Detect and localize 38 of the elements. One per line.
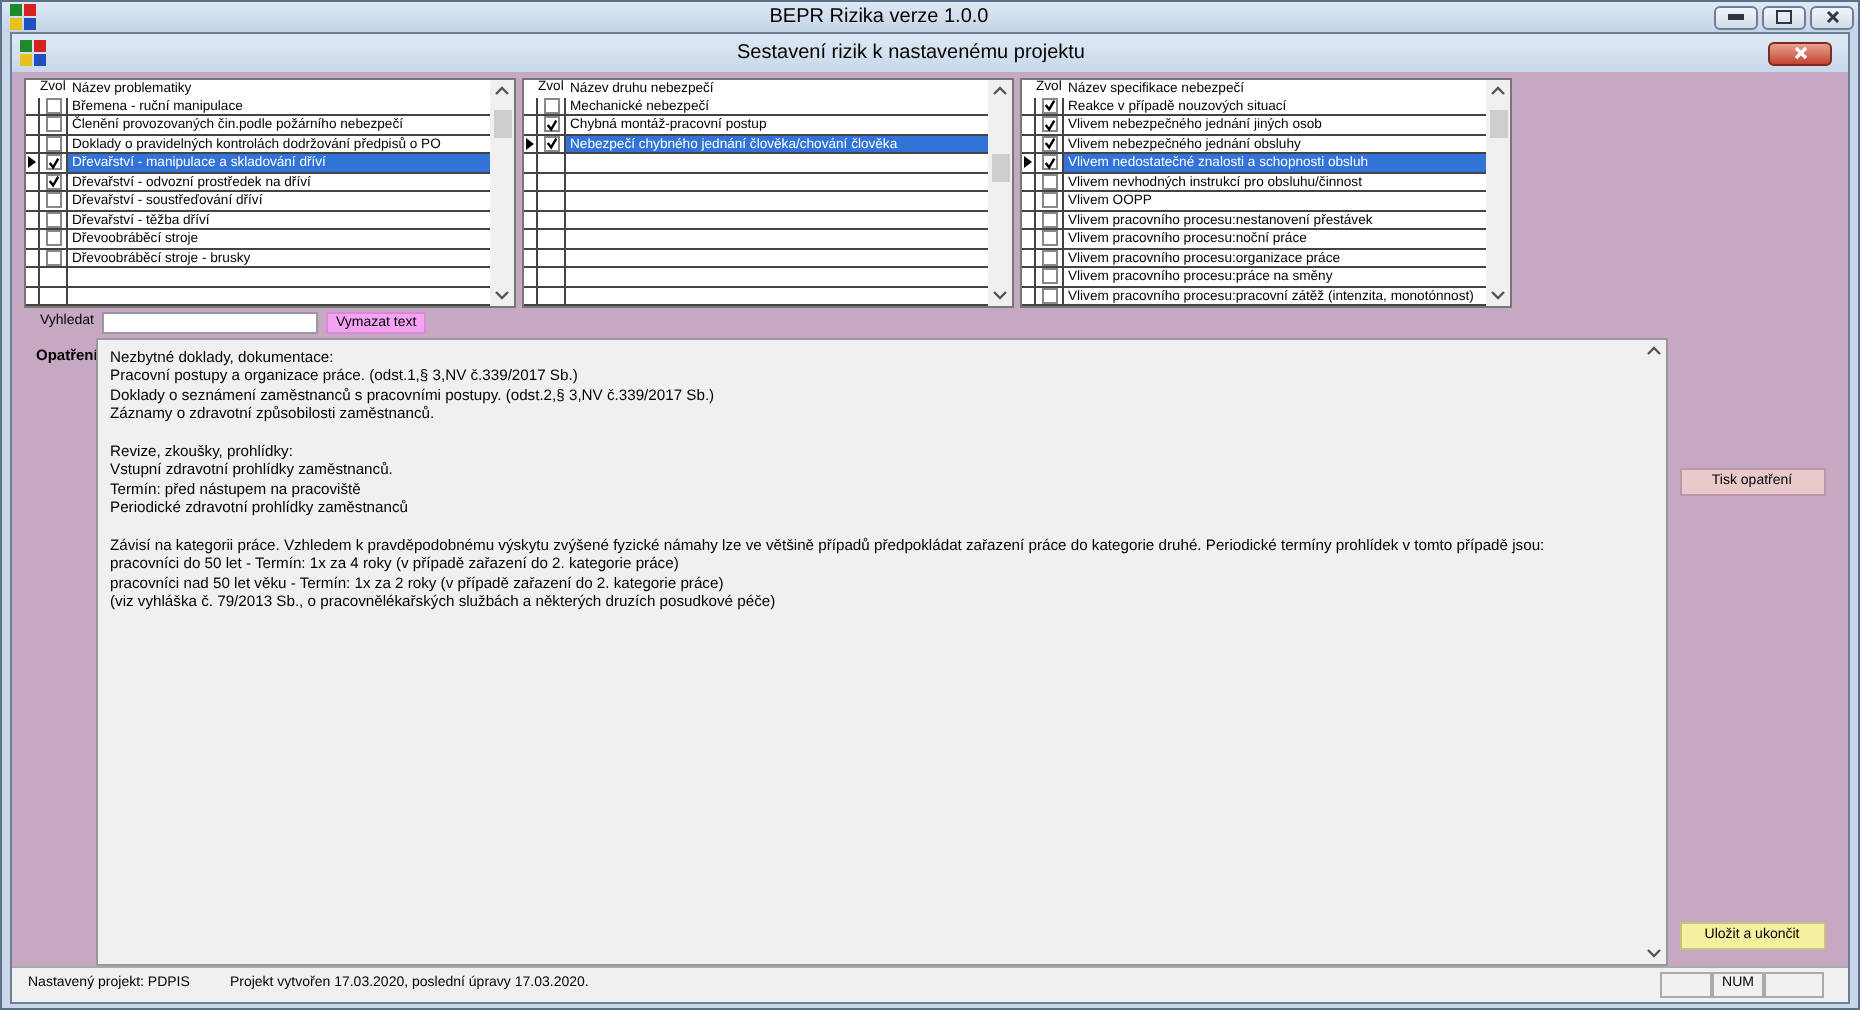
scroll-up-icon[interactable] (1490, 84, 1506, 98)
checkbox[interactable] (543, 116, 559, 133)
maximize-icon (1776, 10, 1792, 24)
close-icon (1793, 46, 1807, 60)
scroll-down-icon[interactable] (494, 288, 510, 302)
app-icon (20, 40, 46, 66)
measures-text-area[interactable] (96, 338, 1668, 966)
maximize-button[interactable] (1762, 5, 1806, 29)
scroll-up-icon[interactable] (494, 84, 510, 98)
minimize-icon (1728, 14, 1744, 20)
checkbox[interactable] (45, 230, 61, 247)
checkbox[interactable] (543, 97, 559, 114)
scroll-up-icon[interactable] (1645, 344, 1661, 358)
scrollbar-thumb[interactable] (1489, 110, 1507, 138)
checkbox[interactable] (1041, 154, 1057, 171)
scroll-down-icon[interactable] (992, 288, 1008, 302)
scroll-down-icon[interactable] (1645, 946, 1661, 960)
checkbox[interactable] (1041, 230, 1057, 247)
scroll-up-icon[interactable] (992, 84, 1008, 98)
checkbox[interactable] (1041, 268, 1057, 285)
checkbox[interactable] (45, 154, 61, 171)
scrollbar-thumb[interactable] (991, 154, 1009, 182)
checkbox[interactable] (1041, 116, 1057, 133)
close-button[interactable] (1810, 5, 1854, 29)
close-icon (1825, 10, 1839, 24)
window-title: Sestavení rizik k nastavenému projektu (735, 40, 1087, 68)
close-button[interactable] (1768, 41, 1832, 65)
scrollbar-thumb[interactable] (493, 110, 511, 138)
minimize-button[interactable] (1714, 5, 1758, 29)
checkbox[interactable] (1041, 192, 1057, 209)
window-title: BEPR Rizika verze 1.0.0 (767, 4, 991, 32)
checkbox[interactable] (1041, 97, 1057, 114)
app-icon (10, 4, 36, 30)
scroll-down-icon[interactable] (1490, 288, 1506, 302)
search-field[interactable] (101, 312, 318, 334)
checkbox[interactable] (45, 116, 61, 133)
checkbox[interactable] (45, 192, 61, 209)
checkbox[interactable] (45, 97, 61, 114)
